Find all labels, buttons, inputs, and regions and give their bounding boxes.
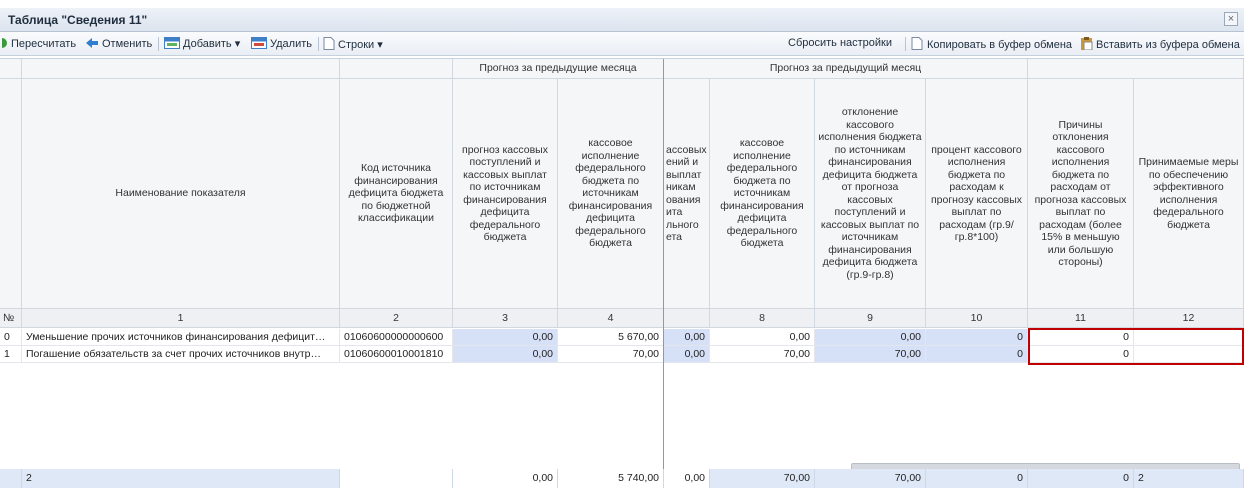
toolbar: Пересчитать Отменить Добавить ▾ Удалить … (0, 32, 1244, 56)
colnum-9: 9 (815, 309, 926, 328)
copy-to-clipboard-button[interactable]: Копировать в буфер обмена (911, 37, 1072, 51)
chevron-down-icon: ▾ (377, 39, 383, 51)
totals-col9: 70,00 (815, 469, 926, 488)
column-header-name[interactable]: Наименование показателя (22, 79, 340, 309)
cell-name[interactable]: Уменьшение прочих источников финансирова… (22, 329, 340, 346)
cell-col10[interactable]: 0 (926, 346, 1028, 363)
window-title: Таблица "Сведения 11" (8, 13, 148, 27)
cell-col7[interactable]: 0,00 (664, 329, 710, 346)
colnum-1: 1 (22, 309, 340, 328)
colnum-4: 4 (558, 309, 664, 328)
header-spacer (340, 59, 453, 79)
header-spacer (1028, 59, 1244, 79)
cell-col8[interactable]: 70,00 (710, 346, 815, 363)
group-header-prev-month: Прогноз за предыдущий месяц (664, 59, 1028, 79)
column-header-3[interactable]: прогноз кассовых поступлений и кассовых … (453, 79, 558, 309)
add-row-icon (164, 37, 180, 49)
totals-col3: 0,00 (453, 469, 558, 488)
undo-label: Отменить (102, 38, 153, 50)
colnum-8: 8 (710, 309, 815, 328)
column-header-8[interactable]: кассовое исполнение федерального бюджета… (710, 79, 815, 309)
add-button[interactable]: Добавить ▾ (164, 37, 240, 50)
colnum-12: 12 (1134, 309, 1244, 328)
column-header-10[interactable]: процент кассового исполнения бюджета по … (926, 79, 1028, 309)
highlight-box (1028, 328, 1244, 365)
delete-label: Удалить (270, 38, 312, 50)
totals-col12: 2 (1134, 469, 1244, 488)
cell-code[interactable]: 01060600000000600 (340, 329, 453, 346)
totals-name: 2 (22, 469, 340, 488)
add-label: Добавить (183, 38, 232, 50)
cell-col4[interactable]: 5 670,00 (558, 329, 664, 346)
totals-rownum (0, 469, 22, 488)
cell-name[interactable]: Погашение обязательств за счет прочих ис… (22, 346, 340, 363)
column-header-12[interactable]: Принимаемые меры по обеспечению эффектив… (1134, 79, 1244, 309)
frozen-column-divider (663, 59, 664, 469)
undo-button[interactable]: Отменить (85, 37, 152, 50)
totals-col11: 0 (1028, 469, 1134, 488)
colnum-2: 2 (340, 309, 453, 328)
header-spacer (0, 59, 22, 79)
undo-icon (86, 38, 98, 48)
colnum-0: № (0, 309, 22, 328)
rows-menu-button[interactable]: Строки ▾ (323, 37, 383, 51)
header-spacer (22, 59, 340, 79)
reset-settings-button[interactable]: Сбросить настройки (788, 37, 892, 49)
column-header-code[interactable]: Код источника финансирования дефицита бю… (340, 79, 453, 309)
cell-col3[interactable]: 0,00 (453, 329, 558, 346)
copy-label: Копировать в буфер обмена (927, 39, 1073, 51)
rows-icon (323, 37, 335, 50)
row-number: 0 (0, 329, 22, 346)
cell-col9[interactable]: 70,00 (815, 346, 926, 363)
cell-col7[interactable]: 0,00 (664, 346, 710, 363)
totals-code (340, 469, 453, 488)
totals-col4: 5 740,00 (558, 469, 664, 488)
column-header-rownum[interactable] (0, 79, 22, 309)
delete-button[interactable]: Удалить (251, 37, 312, 50)
cell-code[interactable]: 01060600010001810 (340, 346, 453, 363)
cell-col8[interactable]: 0,00 (710, 329, 815, 346)
delete-row-icon (251, 37, 267, 49)
toolbar-separator (905, 37, 906, 51)
recalc-icon (2, 38, 7, 48)
cell-col10[interactable]: 0 (926, 329, 1028, 346)
paste-icon (1081, 37, 1093, 50)
toolbar-separator (158, 37, 159, 51)
paste-label: Вставить из буфера обмена (1096, 39, 1240, 51)
recalculate-label: Пересчитать (11, 38, 77, 50)
column-header-7[interactable]: ассовых ений и выплат никам ования ита л… (664, 79, 710, 309)
data-grid: Прогноз за предыдущие месяца Прогноз за … (0, 58, 1244, 488)
column-header-11[interactable]: Причины отклонения кассового исполнения … (1028, 79, 1134, 309)
recalculate-button[interactable]: Пересчитать (2, 37, 76, 50)
rows-label: Строки (338, 39, 375, 51)
toolbar-separator (318, 37, 319, 51)
cell-col4[interactable]: 70,00 (558, 346, 664, 363)
paste-from-clipboard-button[interactable]: Вставить из буфера обмена (1080, 37, 1240, 51)
totals-col8: 70,00 (710, 469, 815, 488)
colnum-7 (664, 309, 710, 328)
copy-icon (911, 37, 923, 50)
cell-col9[interactable]: 0,00 (815, 329, 926, 346)
colnum-3: 3 (453, 309, 558, 328)
close-icon[interactable]: × (1224, 12, 1238, 26)
column-header-9[interactable]: отклонение кассового исполнения бюджета … (815, 79, 926, 309)
colnum-11: 11 (1028, 309, 1134, 328)
cell-col3[interactable]: 0,00 (453, 346, 558, 363)
group-header-prev-months: Прогноз за предыдущие месяца (453, 59, 664, 79)
totals-col10: 0 (926, 469, 1028, 488)
window-titlebar: Таблица "Сведения 11" × (0, 8, 1244, 32)
column-header-4[interactable]: кассовое исполнение федерального бюджета… (558, 79, 664, 309)
totals-col7: 0,00 (664, 469, 710, 488)
colnum-10: 10 (926, 309, 1028, 328)
chevron-down-icon: ▾ (234, 38, 241, 50)
row-number: 1 (0, 346, 22, 363)
